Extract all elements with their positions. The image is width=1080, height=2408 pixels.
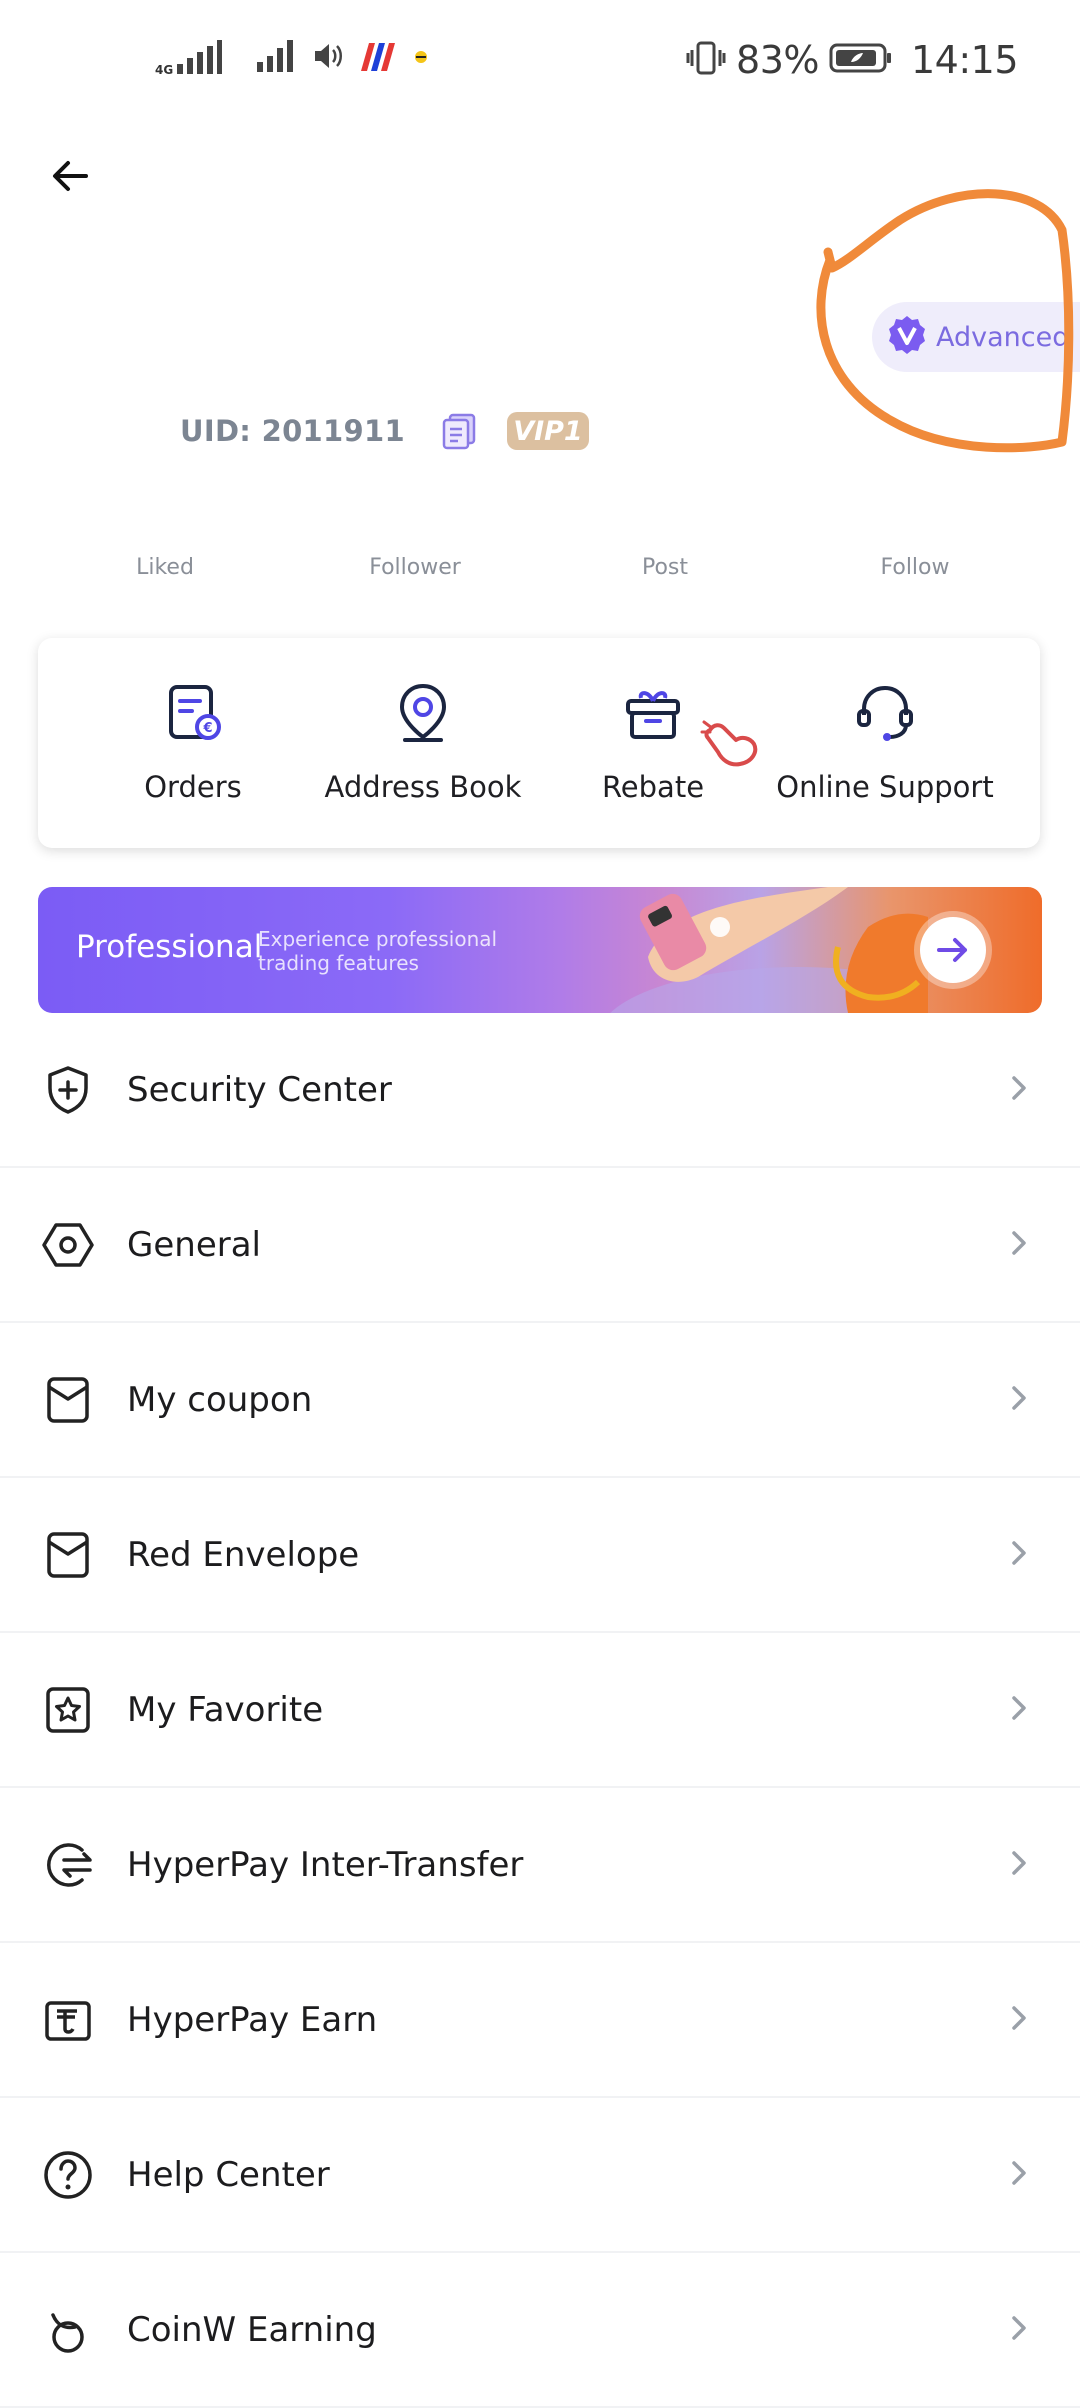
cellular-signal-2-icon [255,38,297,78]
menu-item-coinw-earning[interactable]: CoinW Earning [0,2253,1080,2408]
menu-label: CoinW Earning [127,2309,377,2350]
chevron-right-icon [1010,1694,1028,1726]
back-button[interactable] [40,146,100,206]
menu-item-security-center[interactable]: Security Center [0,1013,1080,1168]
stat-liked[interactable]: Liked [40,555,290,580]
stat-follower[interactable]: Follower [290,555,540,580]
settings-menu: Security Center General My coupon Red En… [0,1013,1080,2408]
hexagon-settings-icon [40,1217,96,1273]
headset-icon [770,678,1000,748]
banner-illustration [610,887,928,1013]
chevron-right-icon [1010,1539,1028,1571]
orders-icon: € [78,678,308,748]
annotation-circle [816,189,1074,453]
back-arrow-icon [53,161,88,191]
stat-post[interactable]: Post [540,555,790,580]
clock: 14:15 [910,38,1019,82]
chevron-right-icon [1010,1074,1028,1106]
uid-row: UID: 2011911 VIP1 [180,412,589,450]
menu-label: Help Center [127,2154,330,2195]
battery-percent: 83% [736,38,819,82]
chevron-right-icon [1010,1384,1028,1416]
menu-label: Red Envelope [127,1534,360,1575]
bee-notification-icon [411,46,431,70]
vip-badge: VIP1 [506,412,589,450]
menu-label: My Favorite [127,1689,324,1730]
transfer-icon [40,1837,96,1893]
volume-icon [311,39,345,77]
chevron-right-icon [1010,1229,1028,1261]
earn-icon [40,1992,96,2048]
quick-actions-card: € Orders Address Book Rebate Online Supp… [38,638,1040,848]
uid-text: UID: 2011911 [180,414,405,448]
menu-item-help-center[interactable]: Help Center [0,2098,1080,2253]
menu-item-red-envelope[interactable]: Red Envelope [0,1478,1080,1633]
orders-label: Orders [144,770,242,804]
address-book-button[interactable]: Address Book [308,678,538,804]
status-icons-left: 4G [155,38,431,78]
copy-icon[interactable] [441,412,477,450]
address-book-label: Address Book [324,770,522,804]
network-type-label: 4G [155,63,174,77]
vibrate-icon [686,40,726,80]
menu-item-my-coupon[interactable]: My coupon [0,1323,1080,1478]
chevron-right-icon [1010,1849,1028,1881]
svg-text:€: € [202,721,212,736]
menu-item-hyperpay-earn[interactable]: HyperPay Earn [0,1943,1080,2098]
menu-label: My coupon [127,1379,313,1420]
star-icon [40,1682,96,1738]
location-pin-icon [308,678,538,748]
tap-hand-icon [700,720,758,767]
rebate-label: Rebate [601,770,705,804]
banner-title: Professional [76,929,263,965]
cellular-signal-icon: 4G [155,40,223,76]
coupon-icon [40,1372,96,1428]
menu-label: General [127,1224,261,1265]
orders-button[interactable]: € Orders [78,678,308,804]
menu-item-hyperpay-inter-transfer[interactable]: HyperPay Inter-Transfer [0,1788,1080,1943]
menu-item-general[interactable]: General [0,1168,1080,1323]
shield-plus-icon [40,1062,96,1118]
banner-subtitle: Experience professional trading features [258,927,498,975]
menu-label: HyperPay Earn [127,1999,378,2040]
online-support-label: Online Support [776,770,994,804]
arrow-right-icon [937,938,967,962]
menu-item-my-favorite[interactable]: My Favorite [0,1633,1080,1788]
menu-label: HyperPay Inter-Transfer [127,1844,524,1885]
app-notification-icon [359,39,397,77]
stat-follow[interactable]: Follow [790,555,1040,580]
stats-row: Liked Follower Post Follow [0,555,1080,580]
online-support-button[interactable]: Online Support [770,678,1000,804]
status-icons-right: 83% 14:15 [686,38,1019,82]
status-bar: 4G 83% 14:15 [0,0,1080,126]
professional-banner[interactable]: Professional Experience professional tra… [38,887,1042,1013]
help-icon [40,2147,96,2203]
banner-arrow-button[interactable] [920,917,986,983]
battery-icon [829,42,893,78]
chevron-right-icon [1010,2159,1028,2191]
envelope-icon [40,1527,96,1583]
menu-label: Security Center [127,1069,392,1110]
chevron-right-icon [1010,2314,1028,2346]
chevron-right-icon [1010,2004,1028,2036]
